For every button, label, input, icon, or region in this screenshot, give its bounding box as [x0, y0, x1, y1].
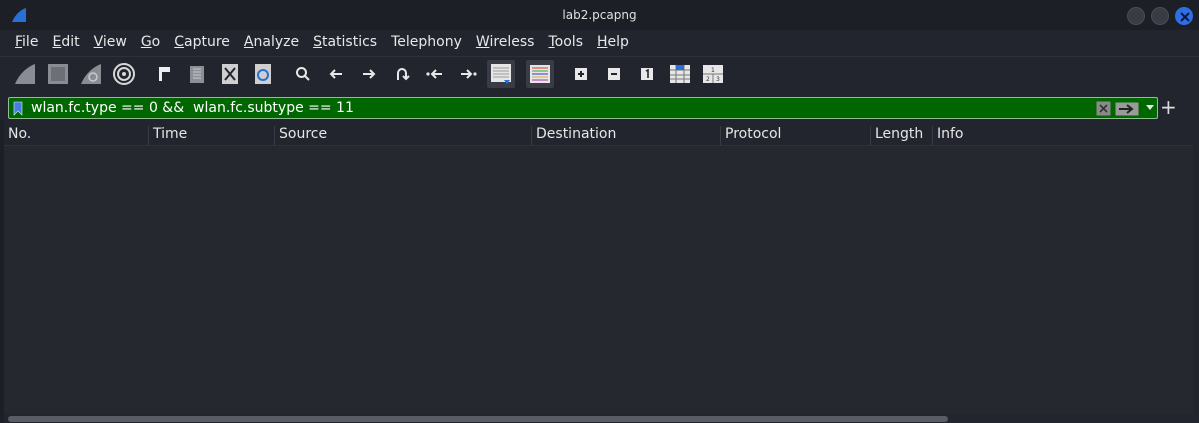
- minimize-button[interactable]: [1127, 7, 1145, 25]
- wireshark-logo-icon: [12, 8, 26, 22]
- stop-square-icon: [48, 64, 68, 84]
- open-file-button[interactable]: [152, 61, 178, 87]
- chevron-down-icon[interactable]: [1146, 105, 1154, 111]
- shark-fin-start-icon: [15, 64, 35, 84]
- packet-list[interactable]: [4, 146, 1193, 414]
- last-packet-icon: [461, 69, 477, 79]
- menu-statistics[interactable]: Statistics: [306, 34, 384, 50]
- column-time[interactable]: Time: [148, 126, 274, 145]
- apply-filter-arrow-icon[interactable]: [1115, 102, 1139, 116]
- start-capture-button[interactable]: [12, 61, 38, 87]
- colorize-button[interactable]: [526, 60, 554, 88]
- menu-file[interactable]: File: [8, 34, 45, 50]
- save-file-button[interactable]: [184, 61, 210, 87]
- reload-file-button[interactable]: [250, 61, 276, 87]
- jump-to-icon: [397, 68, 410, 81]
- capture-options-button[interactable]: [111, 61, 137, 87]
- restart-fin-icon: [81, 64, 101, 84]
- find-packet-button[interactable]: [290, 61, 316, 87]
- column-no[interactable]: No.: [4, 126, 148, 145]
- add-filter-button[interactable]: +: [1160, 96, 1177, 118]
- zoom-out-button[interactable]: [601, 61, 627, 87]
- svg-text:3: 3: [716, 76, 720, 83]
- menu-capture[interactable]: Capture: [167, 34, 237, 50]
- auto-scroll-button[interactable]: [487, 60, 515, 88]
- menu-analyze[interactable]: Analyze: [237, 34, 306, 50]
- column-destination[interactable]: Destination: [531, 126, 720, 145]
- column-protocol[interactable]: Protocol: [720, 126, 870, 145]
- stop-capture-button[interactable]: [45, 61, 71, 87]
- reload-file-icon: [255, 64, 271, 84]
- first-packet-icon: [426, 69, 442, 79]
- menu-help[interactable]: Help: [590, 34, 636, 50]
- packet-list-header: No. Time Source Destination Protocol Len…: [4, 125, 1193, 146]
- search-icon: [296, 67, 310, 81]
- menu-wireless[interactable]: Wireless: [469, 34, 542, 50]
- menu-go[interactable]: Go: [134, 34, 167, 50]
- menu-tools[interactable]: Tools: [541, 34, 590, 50]
- close-window-button[interactable]: [1175, 7, 1193, 25]
- display-filter-bar: wlan.fc.type == 0 && wlan.fc.subtype == …: [8, 97, 1158, 119]
- resize-columns-button[interactable]: [667, 61, 693, 87]
- close-file-icon: [222, 64, 238, 84]
- close-icon: [1180, 12, 1190, 22]
- maximize-button[interactable]: [1151, 7, 1169, 25]
- window-title: lab2.pcapng: [562, 8, 637, 22]
- go-back-button[interactable]: [323, 61, 349, 87]
- auto-scroll-icon: [491, 64, 511, 84]
- clear-filter-icon[interactable]: [1096, 101, 1111, 116]
- go-forward-button[interactable]: [356, 61, 382, 87]
- first-packet-button[interactable]: [422, 61, 448, 87]
- zoom-out-icon: [608, 68, 620, 80]
- layout-icon: 12 3: [703, 65, 723, 83]
- resize-columns-icon: [670, 65, 690, 83]
- menu-view[interactable]: View: [87, 34, 134, 50]
- horizontal-scrollbar[interactable]: [8, 416, 948, 422]
- layout-button[interactable]: 123: [700, 61, 726, 87]
- display-filter-text: wlan.fc.type == 0 && wlan.fc.subtype == …: [31, 100, 354, 116]
- column-info[interactable]: Info: [932, 126, 1193, 145]
- restart-capture-button[interactable]: [78, 61, 104, 87]
- gear-options-icon: [113, 63, 135, 85]
- arrow-right-icon: [363, 69, 376, 79]
- zoom-in-icon: [575, 68, 587, 80]
- menu-telephony[interactable]: Telephony: [384, 34, 469, 50]
- main-toolbar: 123: [0, 56, 1199, 92]
- last-packet-button[interactable]: [455, 61, 481, 87]
- column-source[interactable]: Source: [274, 126, 531, 145]
- column-length[interactable]: Length: [870, 126, 932, 145]
- open-file-icon: [159, 67, 170, 81]
- colorize-icon: [530, 65, 550, 83]
- normal-size-icon: [641, 68, 653, 80]
- svg-text:2: 2: [706, 76, 710, 83]
- go-to-packet-button[interactable]: [389, 61, 415, 87]
- arrow-left-icon: [329, 69, 342, 79]
- title-bar: lab2.pcapng: [0, 0, 1199, 30]
- display-filter-input[interactable]: wlan.fc.type == 0 && wlan.fc.subtype == …: [8, 97, 1158, 119]
- zoom-in-button[interactable]: [568, 61, 594, 87]
- normal-size-button[interactable]: [634, 61, 660, 87]
- bookmark-icon[interactable]: [13, 101, 23, 116]
- save-file-icon: [190, 66, 204, 83]
- close-file-button[interactable]: [217, 61, 243, 87]
- menu-edit[interactable]: Edit: [45, 34, 86, 50]
- svg-text:1: 1: [711, 67, 715, 74]
- menu-bar: File Edit View Go Capture Analyze Statis…: [0, 30, 1199, 54]
